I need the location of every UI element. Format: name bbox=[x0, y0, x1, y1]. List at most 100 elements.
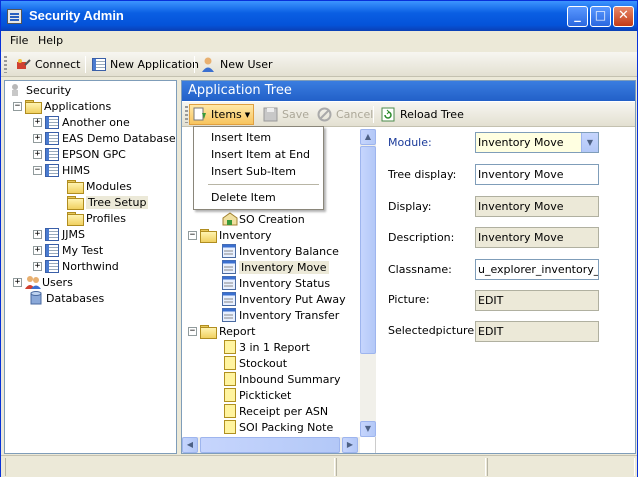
tree-label: Modules bbox=[86, 179, 132, 193]
description-field: Inventory Move bbox=[475, 227, 599, 248]
tree-node-report-item[interactable]: 3 in 1 Report bbox=[224, 339, 310, 355]
connect-button[interactable]: Connect bbox=[13, 55, 83, 74]
tree-node-report-item[interactable]: Pickticket bbox=[224, 387, 291, 403]
tree-node-report-item[interactable]: Stockout bbox=[224, 355, 287, 371]
report-icon bbox=[224, 388, 236, 402]
tree-label: Inventory Status bbox=[239, 276, 331, 290]
application-icon bbox=[45, 115, 59, 129]
new-user-button[interactable]: New User bbox=[198, 55, 276, 74]
expand-icon[interactable]: + bbox=[33, 149, 42, 159]
tree-node-applications[interactable]: − Applications bbox=[13, 98, 111, 114]
tree-label: 3 in 1 Report bbox=[239, 340, 310, 354]
menu-help[interactable]: Help bbox=[38, 34, 63, 47]
maximize-button[interactable]: □ bbox=[590, 6, 611, 27]
display-label: Display: bbox=[388, 200, 432, 213]
reload-tree-button[interactable]: Reload Tree bbox=[378, 105, 467, 124]
tree-display-label: Tree display: bbox=[388, 168, 457, 181]
expand-icon[interactable]: + bbox=[33, 133, 42, 143]
expand-icon[interactable]: + bbox=[33, 229, 42, 239]
tree-node-report[interactable]: − Report bbox=[188, 323, 255, 339]
tree-label: Inventory Put Away bbox=[239, 292, 346, 306]
tree-node-report-item[interactable]: SOI Packing Note bbox=[224, 419, 333, 435]
maximize-icon: □ bbox=[594, 8, 607, 22]
tree-node-app[interactable]: + Another one bbox=[33, 114, 130, 130]
tree-node-inventory-item[interactable]: Inventory Balance bbox=[222, 243, 339, 259]
cancel-button[interactable]: Cancel bbox=[314, 105, 376, 124]
folder-icon bbox=[200, 229, 217, 243]
expand-icon[interactable]: + bbox=[33, 245, 42, 255]
menu-delete-item[interactable]: Delete Item bbox=[211, 191, 276, 204]
menu-insert-item[interactable]: Insert Item bbox=[211, 131, 271, 144]
tree-node-users[interactable]: + Users bbox=[13, 274, 73, 290]
menu-insert-item-at-end[interactable]: Insert Item at End bbox=[211, 148, 310, 161]
toolbar-grip[interactable] bbox=[185, 106, 188, 123]
new-application-button[interactable]: New Application bbox=[89, 55, 202, 74]
scroll-up-arrow-icon[interactable]: ▲ bbox=[360, 129, 376, 145]
tree-node-app[interactable]: + Northwind bbox=[33, 258, 119, 274]
items-label: Items bbox=[211, 108, 242, 121]
tree-node-app[interactable]: + My Test bbox=[33, 242, 103, 258]
toolbar-grip[interactable] bbox=[4, 56, 7, 73]
close-button[interactable]: ✕ bbox=[613, 6, 634, 27]
items-icon bbox=[193, 107, 208, 122]
tree-node-app[interactable]: + JJMS bbox=[33, 226, 85, 242]
tree-vertical-scrollbar[interactable]: ▲ ▼ bbox=[360, 129, 376, 437]
toolbar-separator bbox=[85, 56, 86, 73]
collapse-icon[interactable]: − bbox=[188, 326, 197, 336]
minimize-button[interactable]: _ bbox=[567, 6, 588, 27]
tree-node-inventory-item[interactable]: Inventory Put Away bbox=[222, 291, 346, 307]
module-select[interactable]: Inventory Move ▼ bbox=[475, 132, 599, 153]
tree-node-report-item[interactable]: Inbound Summary bbox=[224, 371, 341, 387]
tree-node-modules[interactable]: Modules bbox=[67, 178, 132, 194]
tree-node-profiles[interactable]: Profiles bbox=[67, 210, 126, 226]
save-button[interactable]: Save bbox=[260, 105, 312, 124]
new-application-label: New Application bbox=[110, 58, 199, 71]
menu-insert-sub-item[interactable]: Insert Sub-Item bbox=[211, 165, 296, 178]
collapse-icon[interactable]: − bbox=[188, 230, 197, 240]
tree-node-security[interactable]: Security bbox=[9, 82, 71, 98]
tree-node-inventory-item[interactable]: Inventory Status bbox=[222, 275, 330, 291]
folder-icon bbox=[67, 212, 84, 226]
scroll-thumb[interactable] bbox=[200, 437, 340, 453]
status-panel bbox=[5, 458, 335, 476]
tree-node-app[interactable]: + EPSON GPC bbox=[33, 146, 126, 162]
tree-node-inventory-item[interactable]: Inventory Move bbox=[222, 259, 329, 275]
tree-node-so-creation[interactable]: SO Creation bbox=[222, 211, 305, 227]
tree-label: EAS Demo Database bbox=[62, 131, 176, 145]
scroll-thumb[interactable] bbox=[360, 146, 376, 354]
connect-icon bbox=[16, 57, 31, 72]
tree-label-selected: Tree Setup bbox=[86, 195, 149, 209]
expand-icon[interactable]: + bbox=[33, 261, 42, 271]
items-dropdown-button[interactable]: Items ▼ bbox=[189, 104, 255, 125]
tree-node-tree-setup[interactable]: Tree Setup bbox=[67, 194, 149, 210]
tree-node-inventory[interactable]: − Inventory bbox=[188, 227, 272, 243]
tree-node-inventory-item[interactable]: Inventory Transfer bbox=[222, 307, 339, 323]
picture-label: Picture: bbox=[388, 293, 430, 306]
tree-node-app[interactable]: − HIMS bbox=[33, 162, 90, 178]
collapse-icon[interactable]: − bbox=[33, 165, 42, 175]
scroll-left-arrow-icon[interactable]: ◀ bbox=[182, 437, 198, 453]
tree-display-input[interactable]: Inventory Move bbox=[475, 164, 599, 185]
expand-icon[interactable]: + bbox=[13, 277, 22, 287]
tree-node-app[interactable]: + EAS Demo Database bbox=[33, 130, 176, 146]
tree-horizontal-scrollbar[interactable]: ◀ ▶ bbox=[182, 437, 360, 453]
scroll-right-arrow-icon[interactable]: ▶ bbox=[342, 437, 358, 453]
tree-label: Northwind bbox=[62, 259, 119, 273]
expand-icon[interactable]: + bbox=[33, 117, 42, 127]
status-panel bbox=[336, 458, 486, 476]
classname-input[interactable]: u_explorer_inventory_mc bbox=[475, 259, 599, 280]
scroll-down-arrow-icon[interactable]: ▼ bbox=[360, 421, 376, 437]
connect-label: Connect bbox=[35, 58, 81, 71]
module-icon bbox=[222, 212, 238, 226]
tree-node-databases[interactable]: Databases bbox=[29, 290, 104, 306]
security-tree[interactable]: Security − Applications + Another one + … bbox=[4, 80, 177, 454]
description-label: Description: bbox=[388, 231, 455, 244]
menu-file[interactable]: File bbox=[10, 34, 28, 47]
collapse-icon[interactable]: − bbox=[13, 101, 22, 111]
chevron-down-icon[interactable]: ▼ bbox=[581, 133, 598, 152]
application-icon bbox=[45, 259, 59, 273]
title-bar[interactable]: Security Admin _ □ ✕ bbox=[1, 1, 637, 31]
tree-node-report-item[interactable]: Receipt per ASN bbox=[224, 403, 328, 419]
application-icon bbox=[45, 227, 59, 241]
menu-separator bbox=[208, 184, 319, 185]
